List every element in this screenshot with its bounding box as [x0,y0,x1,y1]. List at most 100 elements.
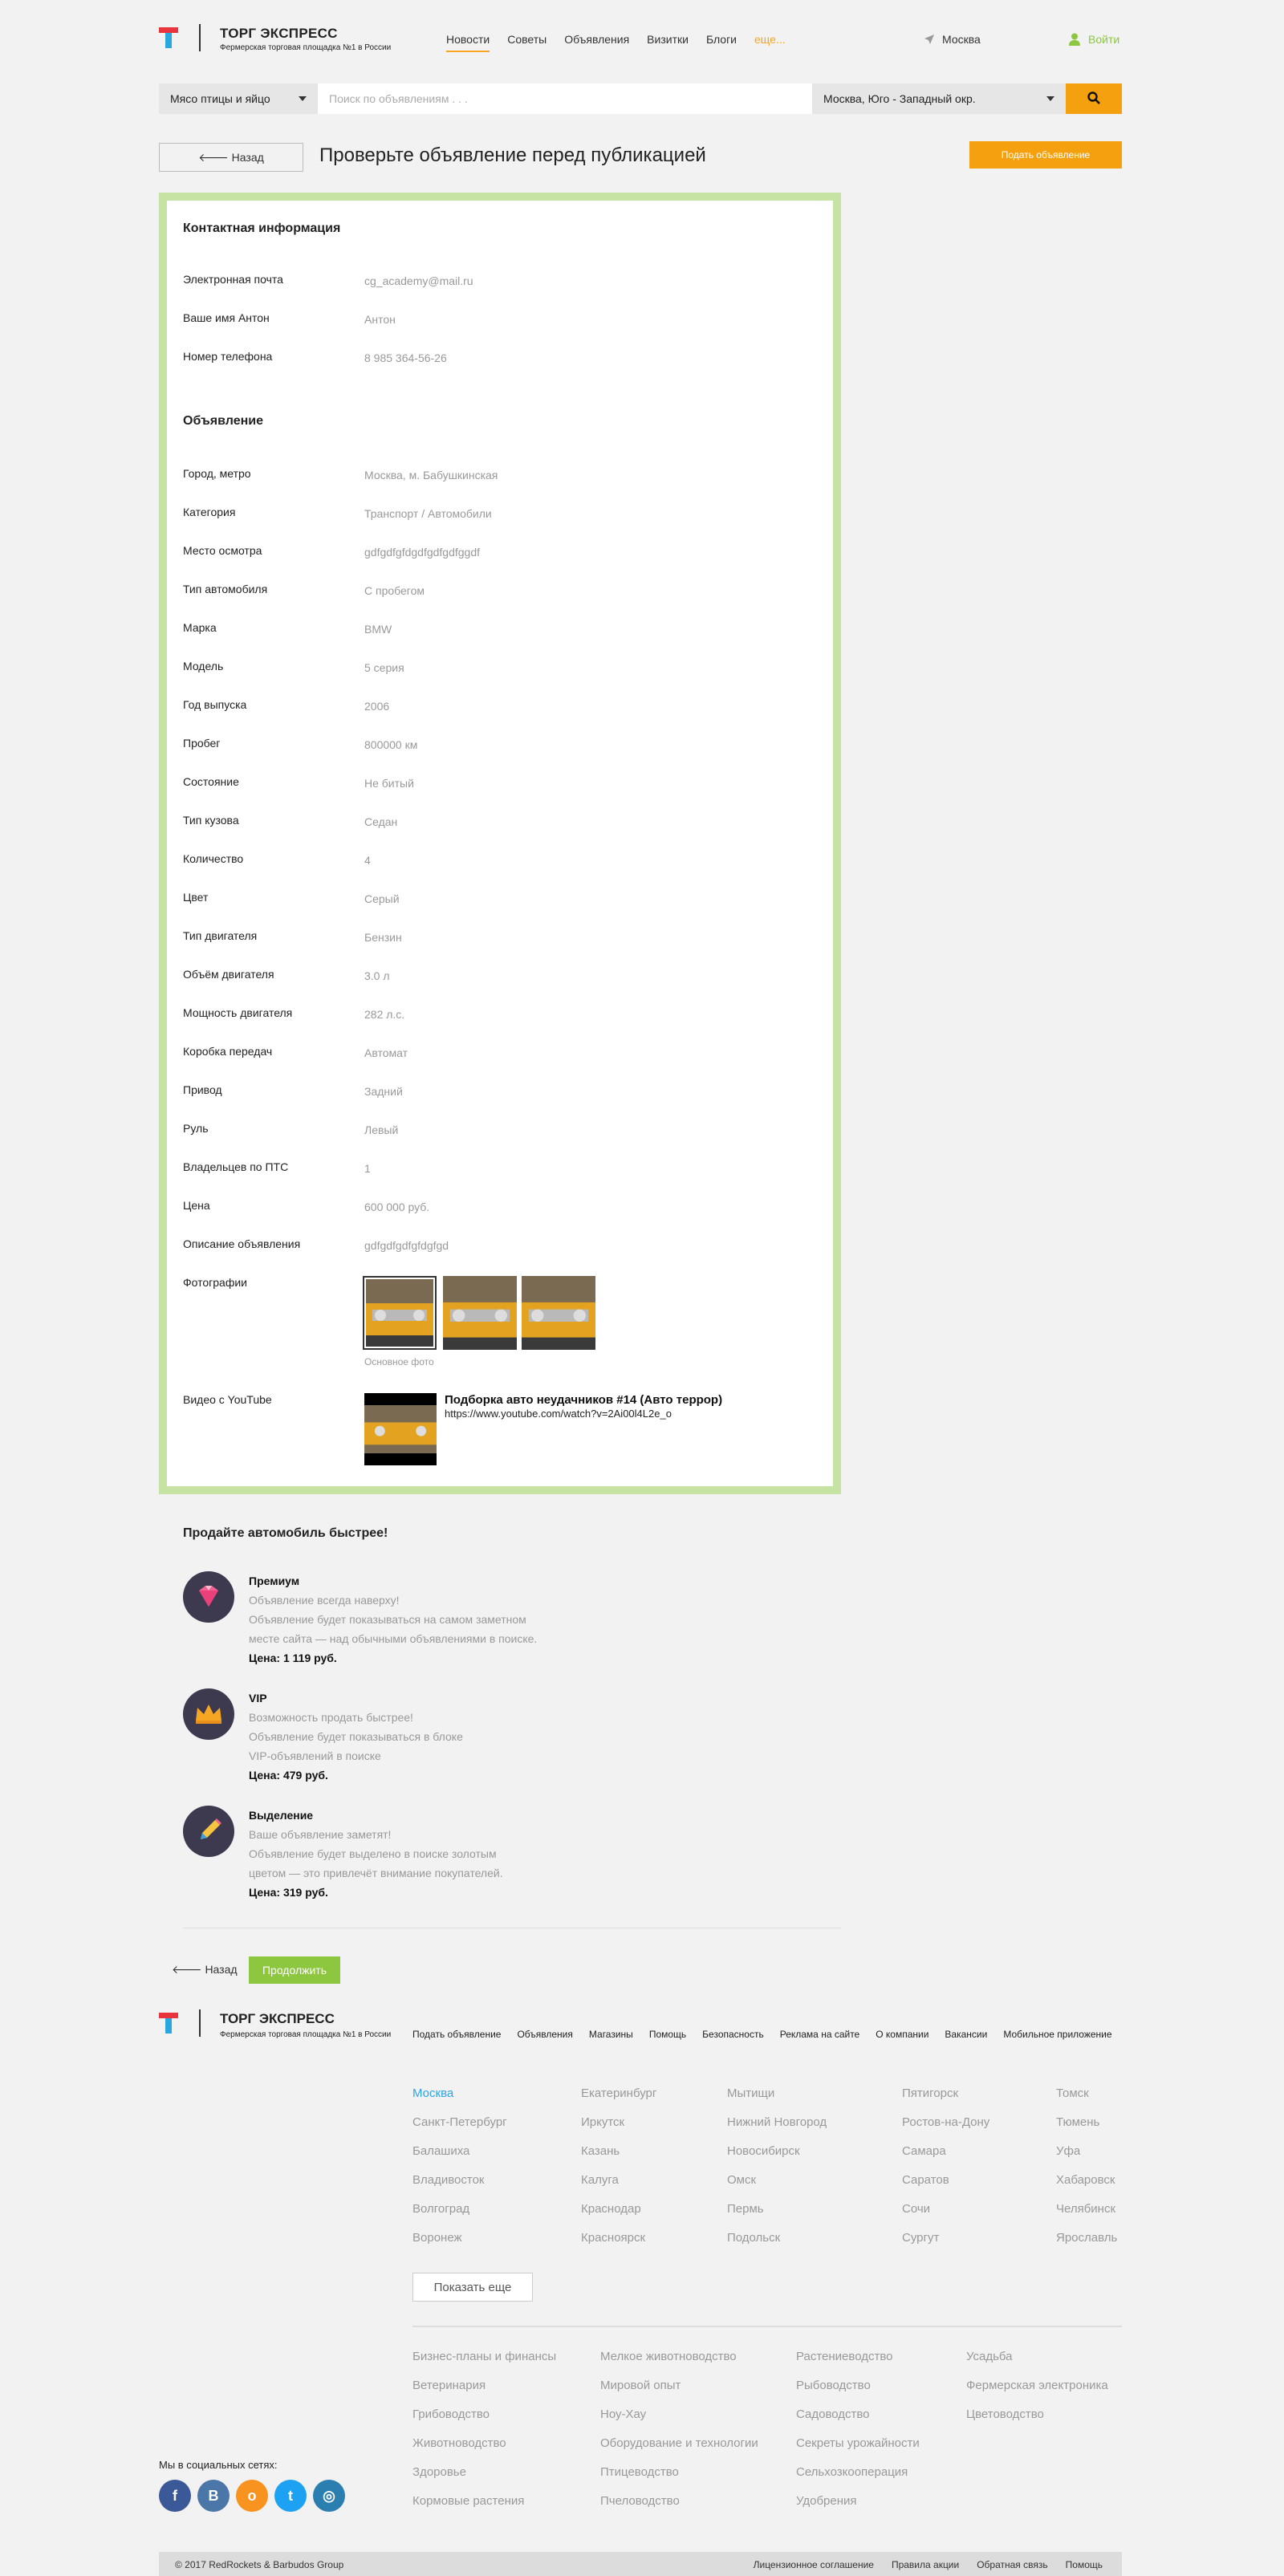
submit-ad-button[interactable]: Подать объявление [969,141,1122,169]
city-link[interactable]: Подольск [727,2231,827,2260]
city-link[interactable]: Екатеринбург [581,2086,656,2115]
city-link[interactable]: Сургут [902,2231,989,2260]
topic-link[interactable]: Усадьба [966,2350,1108,2379]
city-link[interactable]: Новосибирск [727,2144,827,2173]
city-link[interactable]: Калуга [581,2173,656,2202]
nav-news[interactable]: Новости [446,33,490,52]
city-link[interactable]: Челябинск [1056,2202,1117,2231]
topic-link[interactable]: Удобрения [796,2494,920,2523]
topic-link[interactable]: Животноводство [412,2436,556,2465]
nav-cards[interactable]: Визитки [647,33,689,52]
city-link[interactable]: Москва [412,2086,507,2115]
topic-link[interactable]: Рыбоводство [796,2379,920,2407]
city-link[interactable]: Иркутск [581,2115,656,2144]
legal-link[interactable]: Обратная связь [977,2559,1047,2570]
legal-link[interactable]: Лицензионное соглашение [754,2559,874,2570]
topic-link[interactable]: Бизнес-планы и финансы [412,2350,556,2379]
footer-nav: Подать объявление Объявления Магазины По… [412,2029,1112,2040]
city-link[interactable]: Воронеж [412,2231,507,2260]
city-selector[interactable]: Москва [924,33,981,46]
city-link[interactable]: Казань [581,2144,656,2173]
topic-link[interactable]: Мировой опыт [600,2379,758,2407]
topic-link[interactable]: Ветеринария [412,2379,556,2407]
city-link[interactable]: Уфа [1056,2144,1117,2173]
city-link[interactable]: Краснодар [581,2202,656,2231]
photo-3[interactable] [522,1276,595,1350]
back-link[interactable]: 🡐 Назад [172,1963,238,1977]
nav-blogs[interactable]: Блоги [706,33,737,52]
topic-link[interactable]: Ноу-Хау [600,2407,758,2436]
instagram-icon[interactable]: ◎ [313,2480,345,2512]
city-link[interactable]: Самара [902,2144,989,2173]
photo-main[interactable] [363,1276,437,1350]
photo-2[interactable] [443,1276,517,1350]
city-link[interactable]: Пятигорск [902,2086,989,2115]
video-thumbnail[interactable] [364,1393,437,1465]
footer-nav-link[interactable]: Вакансии [945,2029,987,2040]
city-link[interactable]: Тюмень [1056,2115,1117,2144]
city-link[interactable]: Саратов [902,2173,989,2202]
legal-link[interactable]: Правила акции [892,2559,959,2570]
legal-link[interactable]: Помощь [1066,2559,1103,2570]
category-select[interactable]: Мясо птицы и яйцо [159,83,318,114]
topic-link[interactable]: Здоровье [412,2465,556,2494]
topic-link[interactable]: Кормовые растения [412,2494,556,2523]
footer-nav-link[interactable]: Магазины [589,2029,633,2040]
city-link[interactable]: Хабаровск [1056,2173,1117,2202]
continue-button[interactable]: Продолжить [249,1956,340,1984]
topic-link[interactable]: Растениеводство [796,2350,920,2379]
search-button[interactable] [1066,83,1122,114]
video-title[interactable]: Подборка авто неудачников #14 (Авто терр… [445,1393,722,1407]
nav-more[interactable]: еще... [754,33,786,52]
topic-link[interactable]: Садоводство [796,2407,920,2436]
twitter-icon[interactable]: t [274,2480,307,2512]
city-link[interactable]: Томск [1056,2086,1117,2115]
topic-link[interactable]: Оборудование и технологии [600,2436,758,2465]
city-link[interactable]: Мытищи [727,2086,827,2115]
topic-link[interactable]: Грибоводство [412,2407,556,2436]
topic-link[interactable]: Фермерская электроника [966,2379,1108,2407]
vk-icon[interactable]: В [197,2480,230,2512]
city-link[interactable]: Ростов-на-Дону [902,2115,989,2144]
footer-nav-link[interactable]: Безопасность [702,2029,764,2040]
login-link[interactable]: Войти [1069,33,1119,46]
footer-brand-title[interactable]: ТОРГ ЭКСПРЕСС [220,2011,335,2027]
odnoklassniki-icon[interactable]: о [236,2480,268,2512]
location-select[interactable]: Москва, Юго - Западный окр. [812,83,1066,114]
topic-link[interactable]: Птицеводство [600,2465,758,2494]
topic-link[interactable]: Цветоводство [966,2407,1108,2436]
footer-nav-link[interactable]: Помощь [649,2029,686,2040]
facebook-icon[interactable]: f [159,2480,191,2512]
topic-link[interactable]: Пчеловодство [600,2494,758,2523]
search-input[interactable] [318,83,812,114]
ad-row-label: Год выпуска [183,698,247,711]
topic-link[interactable]: Сельхозкооперация [796,2465,920,2494]
back-link-label: Назад [205,1963,238,1976]
brand-title[interactable]: ТОРГ ЭКСПРЕСС [220,26,338,42]
back-button[interactable]: 🡐 Назад [159,143,303,172]
footer-nav-link[interactable]: О компании [876,2029,928,2040]
topic-link[interactable]: Секреты урожайности [796,2436,920,2465]
city-link[interactable]: Красноярск [581,2231,656,2260]
city-link[interactable]: Владивосток [412,2173,507,2202]
city-link[interactable]: Нижний Новгород [727,2115,827,2144]
nav-tips[interactable]: Советы [507,33,547,52]
city-link[interactable]: Санкт-Петербург [412,2115,507,2144]
footer-nav-link[interactable]: Подать объявление [412,2029,501,2040]
city-link[interactable]: Ярославль [1056,2231,1117,2260]
car-photo-image [366,1279,433,1347]
nav-ads[interactable]: Объявления [564,33,629,52]
city-link[interactable]: Волгоград [412,2202,507,2231]
footer-logo-icon[interactable] [159,2013,178,2034]
footer-nav-link[interactable]: Реклама на сайте [780,2029,860,2040]
logo-icon[interactable] [159,27,178,48]
city-link[interactable]: Омск [727,2173,827,2202]
show-more-cities-button[interactable]: Показать еще [412,2273,533,2302]
city-link[interactable]: Сочи [902,2202,989,2231]
city-link[interactable]: Пермь [727,2202,827,2231]
video-url[interactable]: https://www.youtube.com/watch?v=2Ai00l4L… [445,1408,672,1420]
footer-nav-link[interactable]: Мобильное приложение [1003,2029,1111,2040]
footer-nav-link[interactable]: Объявления [517,2029,572,2040]
topic-link[interactable]: Мелкое животноводство [600,2350,758,2379]
city-link[interactable]: Балашиха [412,2144,507,2173]
